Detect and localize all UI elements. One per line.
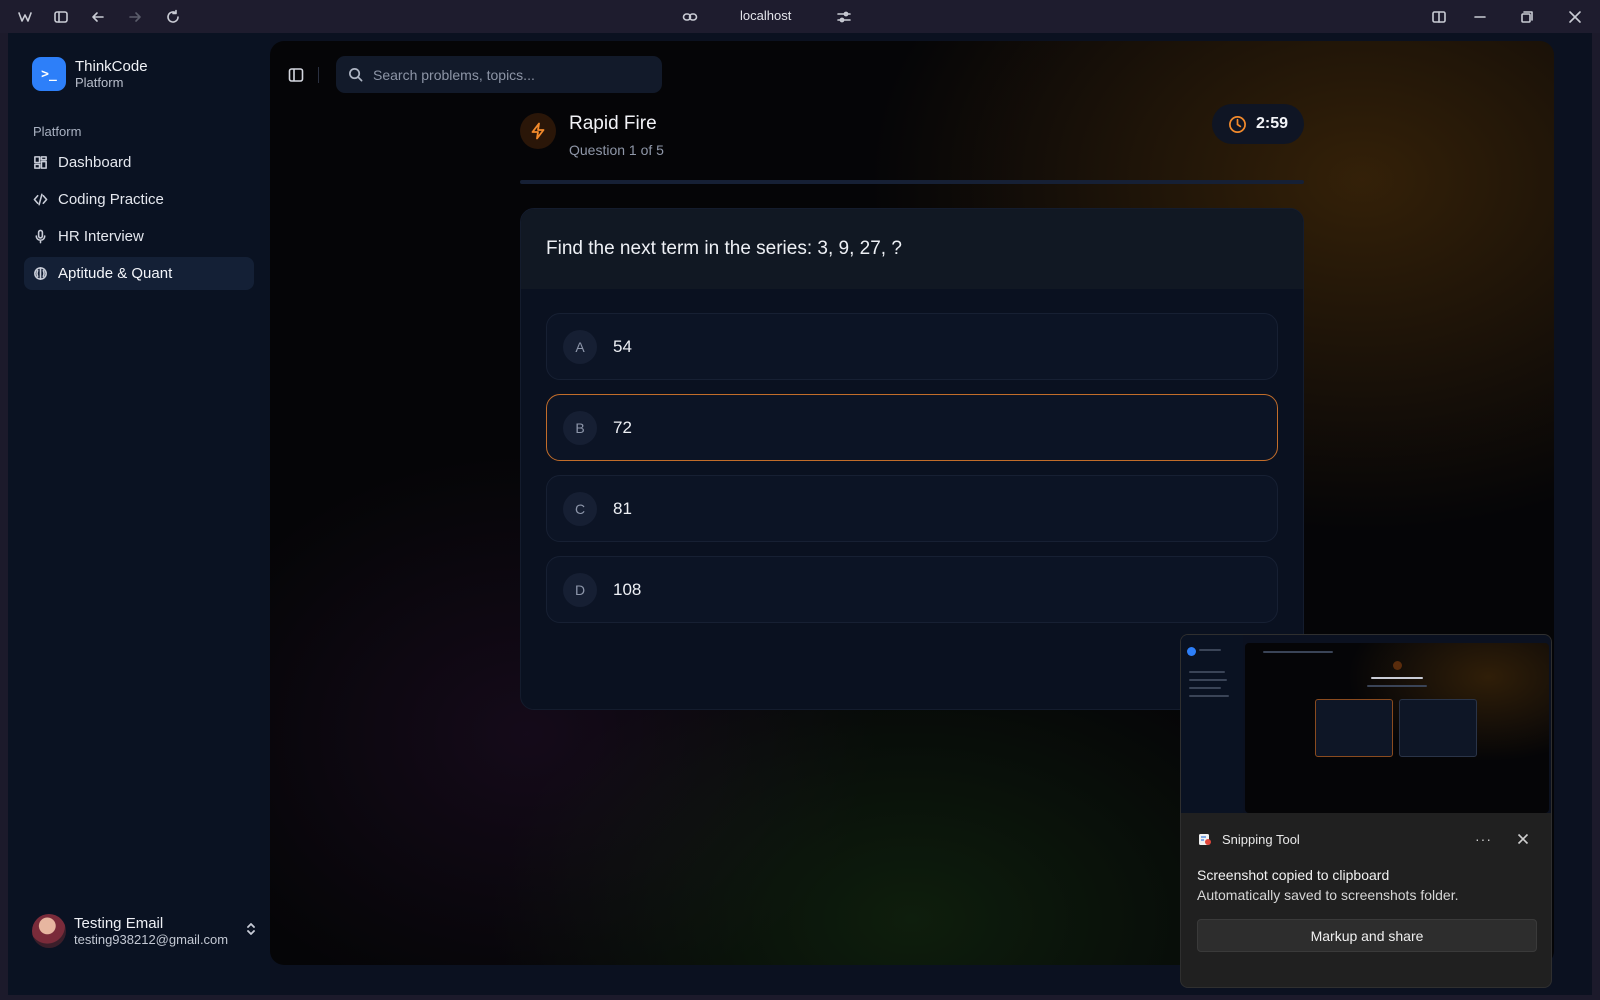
brand[interactable]: >_ ThinkCode Platform (32, 57, 148, 91)
thumbnail-line (1263, 651, 1333, 653)
more-options-icon[interactable]: ··· (1475, 831, 1492, 847)
user-email: testing938212@gmail.com (74, 931, 229, 947)
option-text: 108 (613, 579, 642, 599)
terminal-logo-icon: >_ (32, 57, 66, 91)
sidebar-item-hr-interview[interactable]: HR Interview (24, 220, 254, 253)
progress-bar (520, 180, 1304, 184)
option-letter: D (563, 572, 597, 607)
sidebar-panel-icon[interactable] (51, 7, 71, 27)
option-letter: B (563, 410, 597, 445)
screenshot-thumbnail[interactable] (1181, 635, 1551, 813)
option-text: 72 (613, 417, 632, 437)
thumbnail-icon (1393, 661, 1402, 670)
toast-title: Screenshot copied to clipboard (1197, 867, 1390, 883)
lightning-icon (520, 113, 556, 149)
option-letter: A (563, 329, 597, 364)
reload-icon[interactable] (163, 7, 183, 27)
thumbnail-sidebar (1181, 635, 1243, 813)
option-text: 81 (613, 498, 632, 518)
thumbnail-line (1199, 649, 1221, 651)
search-input[interactable] (373, 66, 643, 83)
browser-titlebar: localhost (0, 0, 1600, 33)
search-box[interactable] (336, 56, 662, 93)
sidebar-item-label: HR Interview (58, 228, 144, 245)
brand-subtitle: Platform (75, 74, 124, 90)
thumbnail-card (1315, 699, 1393, 757)
option-letter: C (563, 491, 597, 526)
site-settings-icon[interactable] (834, 7, 854, 27)
options-list: A 54 B 72 C 81 D 108 (521, 289, 1303, 623)
microphone-icon (35, 229, 46, 244)
question-text: Find the next term in the series: 3, 9, … (546, 238, 902, 259)
toast-app-header: Snipping Tool (1197, 831, 1300, 847)
app-logo-icon[interactable] (15, 7, 35, 27)
avatar (32, 914, 66, 948)
search-icon (349, 68, 363, 82)
timer: 2:59 (1212, 104, 1304, 144)
timer-value: 2:59 (1255, 115, 1289, 132)
snipping-tool-notification[interactable]: Snipping Tool ··· Screenshot copied to c… (1180, 634, 1552, 988)
thumbnail-line (1189, 671, 1225, 673)
dashboard-icon (34, 156, 47, 169)
option-b[interactable]: B 72 (546, 394, 1278, 461)
sidebar-nav: Dashboard Coding Practice HR Interview A… (24, 146, 254, 294)
option-c[interactable]: C 81 (546, 475, 1278, 542)
question-counter: Question 1 of 5 (569, 142, 664, 158)
quiz-header: Rapid Fire Question 1 of 5 2:59 (520, 104, 1304, 165)
markup-and-share-button[interactable]: Markup and share (1197, 919, 1537, 952)
sidebar-item-label: Coding Practice (58, 191, 164, 208)
restore-icon[interactable] (1517, 7, 1537, 27)
split-view-icon[interactable] (1429, 7, 1449, 27)
thumbnail-main (1245, 643, 1549, 813)
forward-icon[interactable] (125, 7, 145, 27)
url-text[interactable]: localhost (740, 8, 791, 23)
thumbnail-logo (1187, 647, 1196, 656)
section-label: Platform (33, 124, 82, 139)
toast-app-name: Snipping Tool (1222, 831, 1300, 847)
snipping-tool-icon (1197, 831, 1213, 847)
option-text: 54 (613, 336, 632, 356)
close-icon[interactable] (1565, 7, 1585, 27)
sidebar: >_ ThinkCode Platform Platform Dashboard… (8, 33, 270, 995)
user-name: Testing Email (74, 914, 164, 932)
divider (318, 67, 319, 83)
toast-close-icon[interactable] (1517, 832, 1529, 850)
brand-name: ThinkCode (75, 57, 148, 75)
sidebar-item-label: Aptitude & Quant (58, 265, 173, 282)
link-icon[interactable] (680, 7, 700, 27)
minimize-icon[interactable] (1470, 7, 1490, 27)
brain-icon (34, 267, 47, 280)
thumbnail-line (1367, 685, 1427, 687)
toast-body: Automatically saved to screenshots folde… (1197, 887, 1459, 903)
chevron-up-down-icon[interactable] (244, 922, 258, 941)
code-icon (33, 193, 48, 206)
sidebar-toggle-icon[interactable] (288, 67, 304, 88)
sidebar-item-dashboard[interactable]: Dashboard (24, 146, 254, 179)
back-icon[interactable] (88, 7, 108, 27)
sidebar-item-coding-practice[interactable]: Coding Practice (24, 183, 254, 216)
option-d[interactable]: D 108 (546, 556, 1278, 623)
sidebar-item-label: Dashboard (58, 154, 132, 171)
option-a[interactable]: A 54 (546, 313, 1278, 380)
thumbnail-line (1189, 695, 1229, 697)
thumbnail-line (1189, 679, 1227, 681)
thumbnail-line (1189, 687, 1221, 689)
question-header: Find the next term in the series: 3, 9, … (521, 209, 1303, 289)
thumbnail-card (1399, 699, 1477, 757)
quiz-title: Rapid Fire (569, 113, 657, 134)
thumbnail-line (1371, 677, 1423, 679)
user-menu[interactable]: Testing Email testing938212@gmail.com (32, 914, 258, 948)
sidebar-item-aptitude-quant[interactable]: Aptitude & Quant (24, 257, 254, 290)
clock-icon (1229, 115, 1246, 133)
